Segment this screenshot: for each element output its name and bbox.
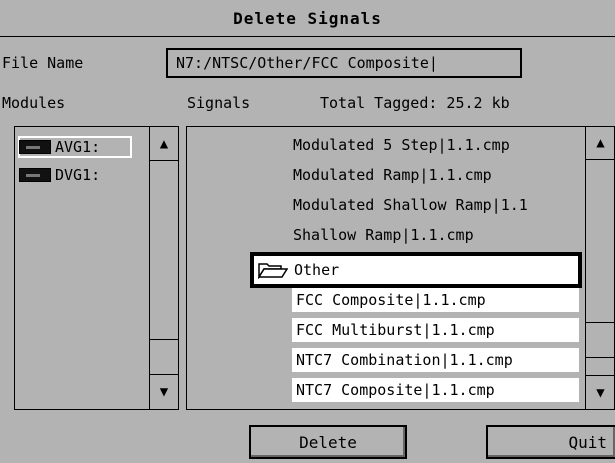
signal-item[interactable]: Modulated 5 Step|1.1.cmp [293, 133, 510, 157]
scroll-up-arrow-icon[interactable]: ▲ [150, 127, 178, 161]
window-title: Delete Signals [233, 8, 382, 28]
module-label: DVG1: [55, 166, 101, 184]
scroll-thumb[interactable] [586, 322, 615, 358]
module-item-avg1[interactable]: AVG1: [18, 136, 132, 158]
signals-scrollbar[interactable]: ▲ ▼ [585, 126, 615, 410]
signals-header: Signals [187, 94, 251, 112]
delete-button[interactable]: Delete [249, 425, 407, 459]
scroll-down-arrow-icon[interactable]: ▼ [586, 375, 615, 409]
tagged-signal-item[interactable]: FCC Composite|1.1.cmp [292, 288, 579, 312]
file-name-value: N7:/NTSC/Other/FCC Composite| [176, 54, 438, 72]
signal-item[interactable]: Modulated Shallow Ramp|1.1 [293, 193, 528, 217]
tagged-signal-item[interactable]: NTC7 Combination|1.1.cmp [292, 348, 579, 372]
folder-label: Other [294, 261, 340, 279]
scroll-up-arrow-icon[interactable]: ▲ [586, 126, 615, 160]
tagged-signal-item[interactable]: FCC Multiburst|1.1.cmp [292, 318, 579, 342]
folder-row-other[interactable]: Other [250, 252, 582, 288]
modules-scrollbar[interactable]: ▲ ▼ [149, 127, 178, 409]
signal-item[interactable]: Modulated Ramp|1.1.cmp [293, 163, 492, 187]
modules-list[interactable]: AVG1: DVG1: ▲ ▼ [14, 126, 179, 410]
quit-button-label: Quit [568, 432, 607, 452]
scroll-thumb[interactable] [150, 339, 178, 374]
module-icon [19, 140, 51, 154]
module-label: AVG1: [55, 138, 101, 156]
module-item-dvg1[interactable]: DVG1: [19, 165, 149, 185]
scroll-down-arrow-icon[interactable]: ▼ [150, 374, 178, 408]
modules-items: AVG1: DVG1: [18, 136, 149, 185]
modules-header: Modules [2, 94, 66, 112]
module-icon [19, 168, 51, 182]
file-name-field[interactable]: N7:/NTSC/Other/FCC Composite| [166, 48, 522, 78]
file-name-label: File Name [2, 54, 84, 72]
quit-button[interactable]: Quit [486, 425, 615, 459]
folder-open-icon [258, 263, 288, 279]
window-title-bar: Delete Signals [0, 0, 615, 37]
delete-button-label: Delete [299, 432, 357, 452]
tagged-signal-item[interactable]: NTC7 Composite|1.1.cmp [292, 378, 579, 402]
signal-item[interactable]: Shallow Ramp|1.1.cmp [293, 223, 474, 247]
total-tagged-label: Total Tagged: 25.2 kb [320, 94, 510, 112]
